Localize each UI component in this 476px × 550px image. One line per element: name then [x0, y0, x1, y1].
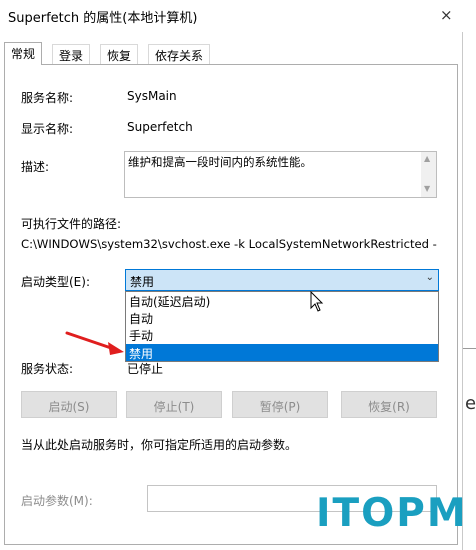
display-name-value: Superfetch: [127, 120, 193, 134]
option-auto-delayed[interactable]: 自动(延迟启动): [126, 292, 438, 309]
path-value: C:\WINDOWS\system32\svchost.exe -k Local…: [21, 237, 437, 251]
display-name-label: 显示名称:: [21, 122, 74, 136]
mouse-cursor-icon: [310, 291, 324, 312]
tab-general[interactable]: 常规: [4, 42, 43, 65]
tab-label: 依存关系: [155, 49, 204, 63]
startup-type-select[interactable]: 禁用 ⌄: [125, 269, 439, 291]
window-title: Superfetch 的属性(本地计算机): [8, 11, 198, 26]
tab-label: 恢复: [107, 49, 132, 63]
description-label: 描述:: [21, 160, 50, 174]
scroll-down-icon[interactable]: ▼: [424, 184, 430, 193]
option-disabled[interactable]: 禁用: [126, 344, 438, 361]
pause-button[interactable]: 暂停(P): [232, 391, 328, 418]
resume-button[interactable]: 恢复(R): [341, 391, 437, 418]
background-divider: [463, 348, 476, 349]
service-status-value: 已停止: [127, 362, 164, 376]
tab-label: 常规: [11, 47, 36, 61]
path-label: 可执行文件的路径:: [21, 217, 122, 231]
start-params-label: 启动参数(M):: [21, 494, 93, 508]
watermark-text: ITOPM: [316, 491, 468, 536]
option-auto[interactable]: 自动: [126, 309, 438, 326]
option-manual[interactable]: 手动: [126, 326, 438, 343]
startup-type-value: 禁用: [130, 275, 155, 289]
tab-logon[interactable]: 登录: [52, 44, 91, 64]
service-status-label: 服务状态:: [21, 362, 74, 376]
close-icon[interactable]: ×: [440, 6, 453, 24]
background-partial-text: e: [465, 393, 476, 414]
red-arrow-icon: [65, 331, 124, 355]
tab-label: 登录: [59, 49, 84, 63]
start-params-hint: 当从此处启动服务时，你可指定所适用的启动参数。: [21, 438, 298, 452]
itopm-watermark-logo: ITOPM: [316, 491, 474, 543]
startup-type-label: 启动类型(E):: [21, 275, 90, 289]
description-scrollbar[interactable]: ▲ ▼: [421, 152, 436, 197]
startup-type-dropdown: 自动(延迟启动) 自动 手动 禁用: [125, 291, 439, 362]
scroll-up-icon[interactable]: ▲: [424, 154, 430, 163]
description-textbox[interactable]: 维护和提高一段时间内的系统性能。 ▲ ▼: [124, 151, 437, 198]
tab-dependencies[interactable]: 依存关系: [148, 44, 211, 64]
start-button[interactable]: 启动(S): [21, 391, 117, 418]
stop-button[interactable]: 停止(T): [126, 391, 222, 418]
service-name-value: SysMain: [127, 89, 177, 103]
service-name-label: 服务名称:: [21, 91, 74, 105]
tab-recovery[interactable]: 恢复: [100, 44, 139, 64]
description-text: 维护和提高一段时间内的系统性能。: [128, 155, 312, 169]
title-bar: Superfetch 的属性(本地计算机) ×: [0, 0, 463, 32]
chevron-down-icon[interactable]: ⌄: [426, 272, 434, 283]
properties-window: Superfetch 的属性(本地计算机) × 常规 登录 恢复 依存关系 服务…: [0, 0, 463, 550]
